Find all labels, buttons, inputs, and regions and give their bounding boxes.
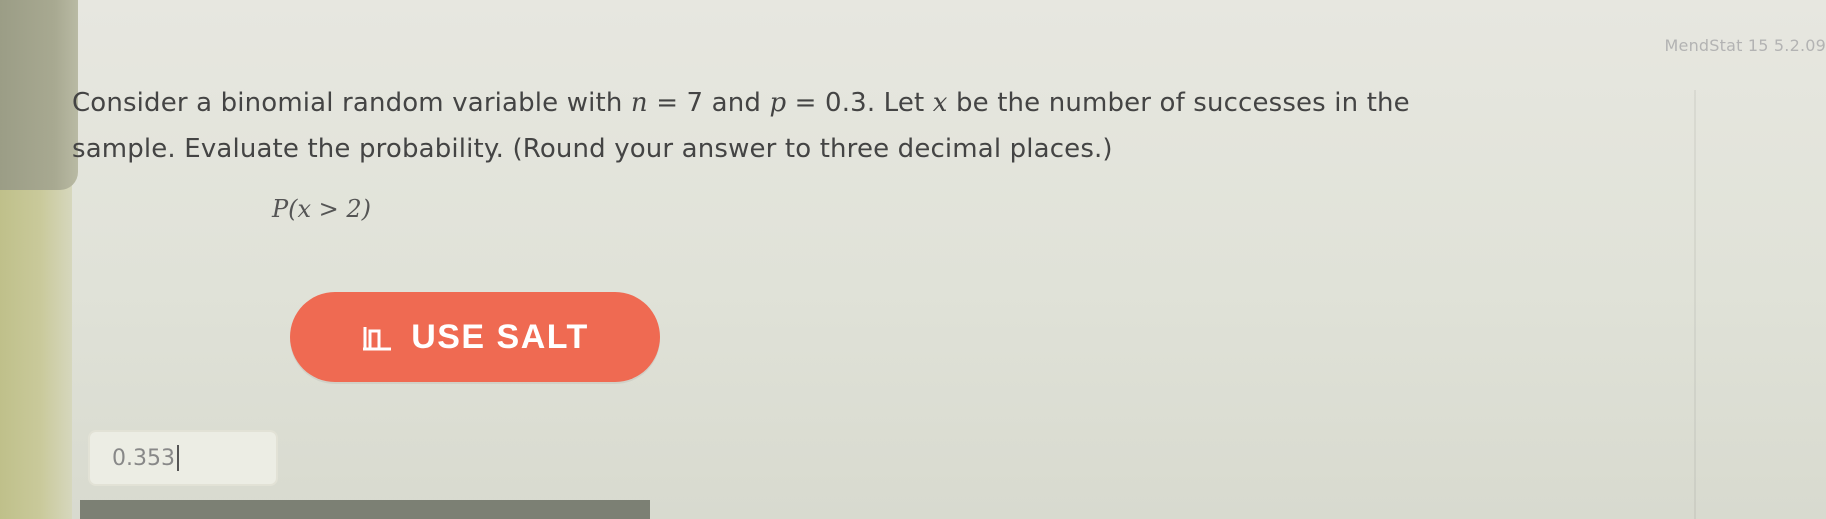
question-text: Consider a binomial random variable with… bbox=[72, 80, 1802, 172]
variable-p: p bbox=[769, 88, 787, 118]
answer-input[interactable]: 0.353 bbox=[88, 430, 278, 486]
use-salt-label: USE SALT bbox=[411, 317, 589, 356]
probability-expression: P(x > 2) bbox=[272, 195, 372, 223]
text-caret bbox=[176, 445, 179, 471]
salt-chart-icon bbox=[363, 327, 392, 351]
answer-value: 0.353 bbox=[112, 445, 175, 471]
problem-reference: MendStat 15 5.2.09 bbox=[1664, 36, 1826, 55]
question-line2: sample. Evaluate the probability. (Round… bbox=[72, 134, 1113, 164]
variable-n: n bbox=[630, 88, 648, 118]
question-n-equals: = 7 and bbox=[647, 88, 770, 118]
use-salt-button[interactable]: USE SALT bbox=[290, 292, 660, 382]
photo-left-edge-shadow bbox=[0, 0, 78, 190]
question-line1-part2: be the number of successes in the bbox=[947, 88, 1410, 118]
feedback-bar bbox=[80, 500, 650, 519]
variable-x: x bbox=[932, 88, 948, 118]
question-line1-part1: Consider a binomial random variable with bbox=[72, 88, 631, 118]
question-p-equals: = 0.3. Let bbox=[786, 88, 933, 118]
